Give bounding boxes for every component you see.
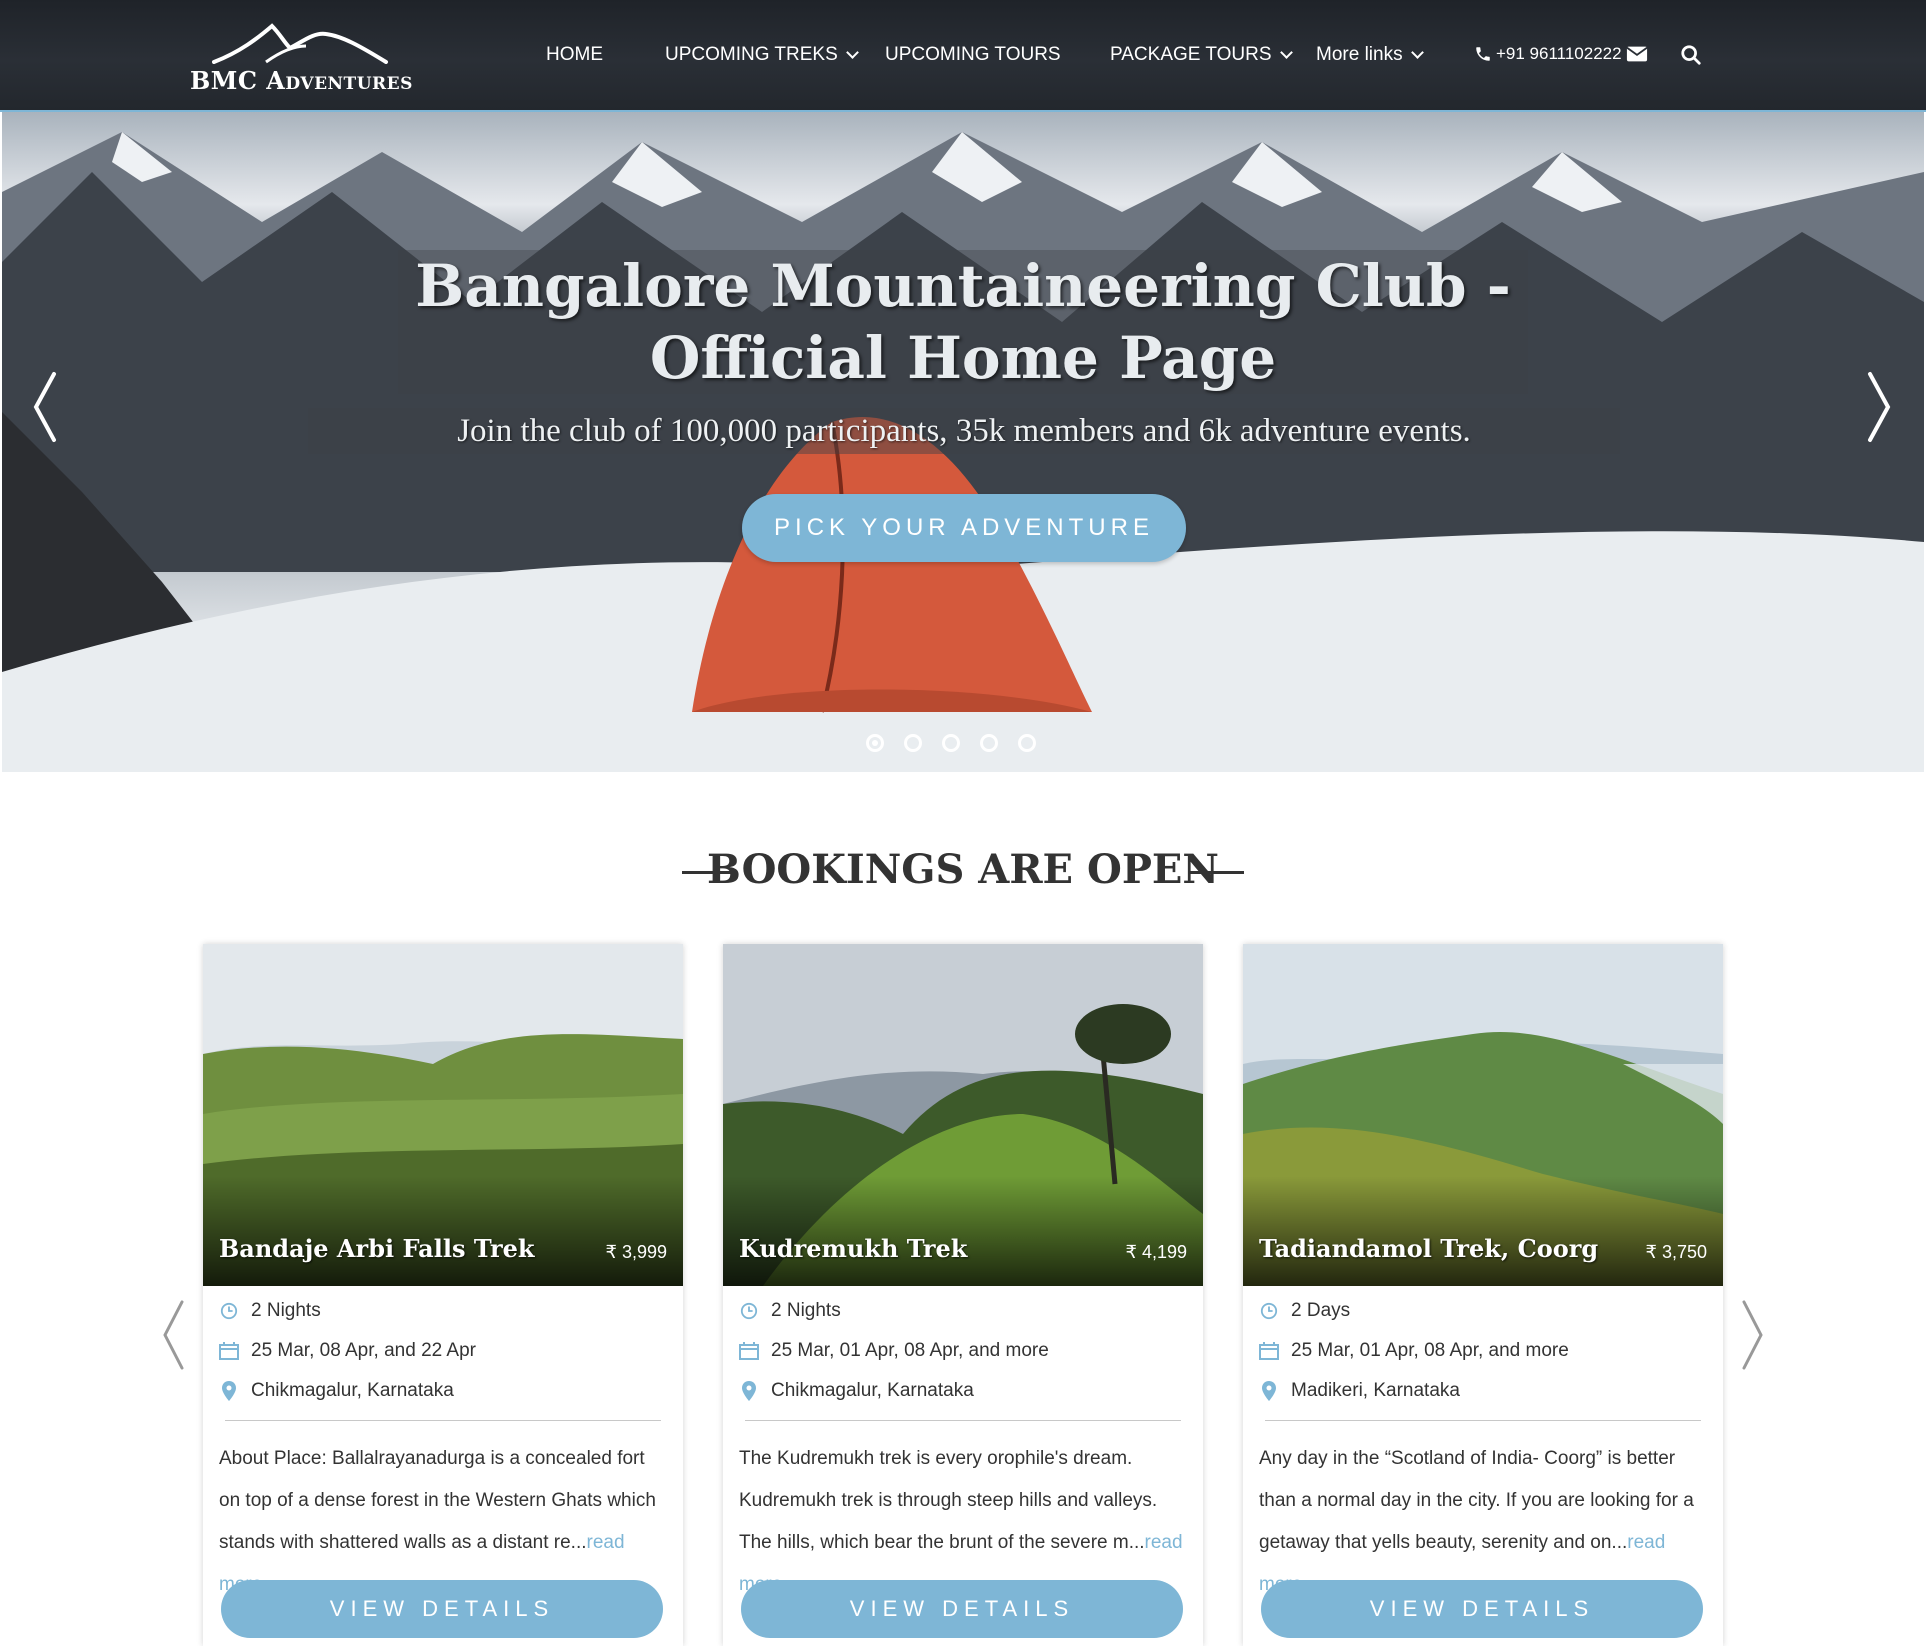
slide-dot-2[interactable]: [904, 734, 922, 752]
hero-subtitle: Join the club of 100,000 participants, 3…: [457, 413, 1471, 449]
trek-duration-text: 2 Days: [1291, 1300, 1351, 1321]
calendar-icon: [739, 1342, 759, 1360]
cards-prev-arrow-icon[interactable]: [160, 1298, 186, 1372]
bookings-title: BOOKINGS ARE OPEN: [707, 846, 1219, 893]
map-pin-icon: [222, 1381, 236, 1401]
nav-package-tours-label: PACKAGE TOURS: [1110, 44, 1272, 65]
card-image-overlay: [723, 1176, 1203, 1286]
trek-duration: 2 Nights: [739, 1300, 841, 1322]
hero-slider: Bangalore Mountaineering Club - Official…: [2, 112, 1924, 772]
nav-package-tours[interactable]: PACKAGE TOURS: [1110, 44, 1293, 66]
card-image-overlay: [1243, 1176, 1723, 1286]
chevron-down-icon: [1410, 46, 1424, 59]
map-pin-icon: [742, 1381, 756, 1401]
trek-card: Kudremukh Trek ₹ 4,199 2 Nights 25 Mar, …: [723, 944, 1203, 1646]
nav-more-links[interactable]: More links: [1316, 44, 1424, 66]
trek-card-image[interactable]: Kudremukh Trek ₹ 4,199: [723, 944, 1203, 1286]
top-navbar: BMC Adventures HOME UPCOMING TREKS UPCOM…: [0, 0, 1926, 112]
heading-rule-right: [1190, 871, 1244, 874]
nav-upcoming-treks[interactable]: UPCOMING TREKS: [665, 44, 859, 66]
trek-card-title[interactable]: Bandaje Arbi Falls Trek: [219, 1234, 534, 1263]
hero-slide-indicators: [866, 734, 1036, 752]
trek-duration: 2 Days: [1259, 1300, 1350, 1322]
trek-dates: 25 Mar, 08 Apr, and 22 Apr: [219, 1340, 476, 1362]
hero-prev-arrow-icon[interactable]: [30, 370, 60, 444]
chevron-down-icon: [845, 46, 859, 59]
nav-home[interactable]: HOME: [546, 44, 603, 66]
clock-icon: [740, 1302, 758, 1320]
trek-card-title[interactable]: Kudremukh Trek: [739, 1234, 967, 1263]
view-details-button[interactable]: VIEW DETAILS: [741, 1580, 1183, 1638]
view-details-button[interactable]: VIEW DETAILS: [221, 1580, 663, 1638]
nav-home-label: HOME: [546, 44, 603, 65]
trek-card-price: ₹ 3,750: [1645, 1242, 1708, 1262]
slide-dot-3[interactable]: [942, 734, 960, 752]
trek-dates-text: 25 Mar, 08 Apr, and 22 Apr: [251, 1340, 476, 1361]
site-logo[interactable]: BMC Adventures: [186, 22, 416, 95]
trek-dates: 25 Mar, 01 Apr, 08 Apr, and more: [1259, 1340, 1569, 1362]
trek-duration-text: 2 Nights: [771, 1300, 841, 1321]
logo-text: BMC Adventures: [190, 66, 413, 95]
trek-dates-text: 25 Mar, 01 Apr, 08 Apr, and more: [1291, 1340, 1569, 1361]
trek-dates: 25 Mar, 01 Apr, 08 Apr, and more: [739, 1340, 1049, 1362]
slide-dot-5[interactable]: [1018, 734, 1036, 752]
trek-location: Chikmagalur, Karnataka: [739, 1380, 974, 1402]
trek-location-text: Madikeri, Karnataka: [1291, 1380, 1460, 1401]
bookings-heading: BOOKINGS ARE OPEN: [0, 842, 1926, 898]
clock-icon: [220, 1302, 238, 1320]
trek-location: Madikeri, Karnataka: [1259, 1380, 1460, 1402]
card-divider: [745, 1420, 1181, 1421]
trek-card-image[interactable]: Bandaje Arbi Falls Trek ₹ 3,999: [203, 944, 683, 1286]
nav-upcoming-tours[interactable]: UPCOMING TOURS: [885, 44, 1061, 66]
trek-card: Bandaje Arbi Falls Trek ₹ 3,999 2 Nights…: [203, 944, 683, 1646]
trek-card-price: ₹ 3,999: [605, 1242, 668, 1262]
trek-duration-text: 2 Nights: [251, 1300, 321, 1321]
nav-more-links-label: More links: [1316, 44, 1403, 65]
calendar-icon: [219, 1342, 239, 1360]
trek-card-price: ₹ 4,199: [1125, 1242, 1188, 1262]
nav-upcoming-tours-label: UPCOMING TOURS: [885, 44, 1061, 65]
trek-location: Chikmagalur, Karnataka: [219, 1380, 454, 1402]
phone-icon: [1476, 47, 1490, 61]
cards-next-arrow-icon[interactable]: [1740, 1298, 1766, 1372]
slide-dot-1[interactable]: [866, 734, 884, 752]
view-details-button[interactable]: VIEW DETAILS: [1261, 1580, 1703, 1638]
trek-dates-text: 25 Mar, 01 Apr, 08 Apr, and more: [771, 1340, 1049, 1361]
contact-block[interactable]: +91 9611102222: [1474, 44, 1648, 64]
card-divider: [225, 1420, 661, 1421]
calendar-icon: [1259, 1342, 1279, 1360]
pick-adventure-button[interactable]: PICK YOUR ADVENTURE: [742, 494, 1186, 562]
trek-card-title[interactable]: Tadiandamol Trek, Coorg: [1259, 1234, 1598, 1263]
trek-duration: 2 Nights: [219, 1300, 321, 1322]
search-icon[interactable]: [1680, 44, 1702, 66]
clock-icon: [1260, 1302, 1278, 1320]
trek-card: Tadiandamol Trek, Coorg ₹ 3,750 2 Days 2…: [1243, 944, 1723, 1646]
envelope-icon[interactable]: [1625, 45, 1648, 63]
chevron-down-icon: [1279, 46, 1293, 59]
trek-description-text: The Kudremukh trek is every orophile's d…: [739, 1448, 1158, 1553]
card-divider: [1265, 1420, 1701, 1421]
hero-next-arrow-icon[interactable]: [1864, 370, 1894, 444]
mountain-logo-icon: [212, 23, 388, 64]
nav-upcoming-treks-label: UPCOMING TREKS: [665, 44, 838, 65]
slide-dot-4[interactable]: [980, 734, 998, 752]
map-pin-icon: [1262, 1381, 1276, 1401]
card-image-overlay: [203, 1176, 683, 1286]
trek-card-image[interactable]: Tadiandamol Trek, Coorg ₹ 3,750: [1243, 944, 1723, 1286]
phone-number[interactable]: +91 9611102222: [1496, 44, 1622, 64]
hero-title: Bangalore Mountaineering Club - Official…: [415, 252, 1511, 392]
trek-location-text: Chikmagalur, Karnataka: [771, 1380, 974, 1401]
trek-location-text: Chikmagalur, Karnataka: [251, 1380, 454, 1401]
